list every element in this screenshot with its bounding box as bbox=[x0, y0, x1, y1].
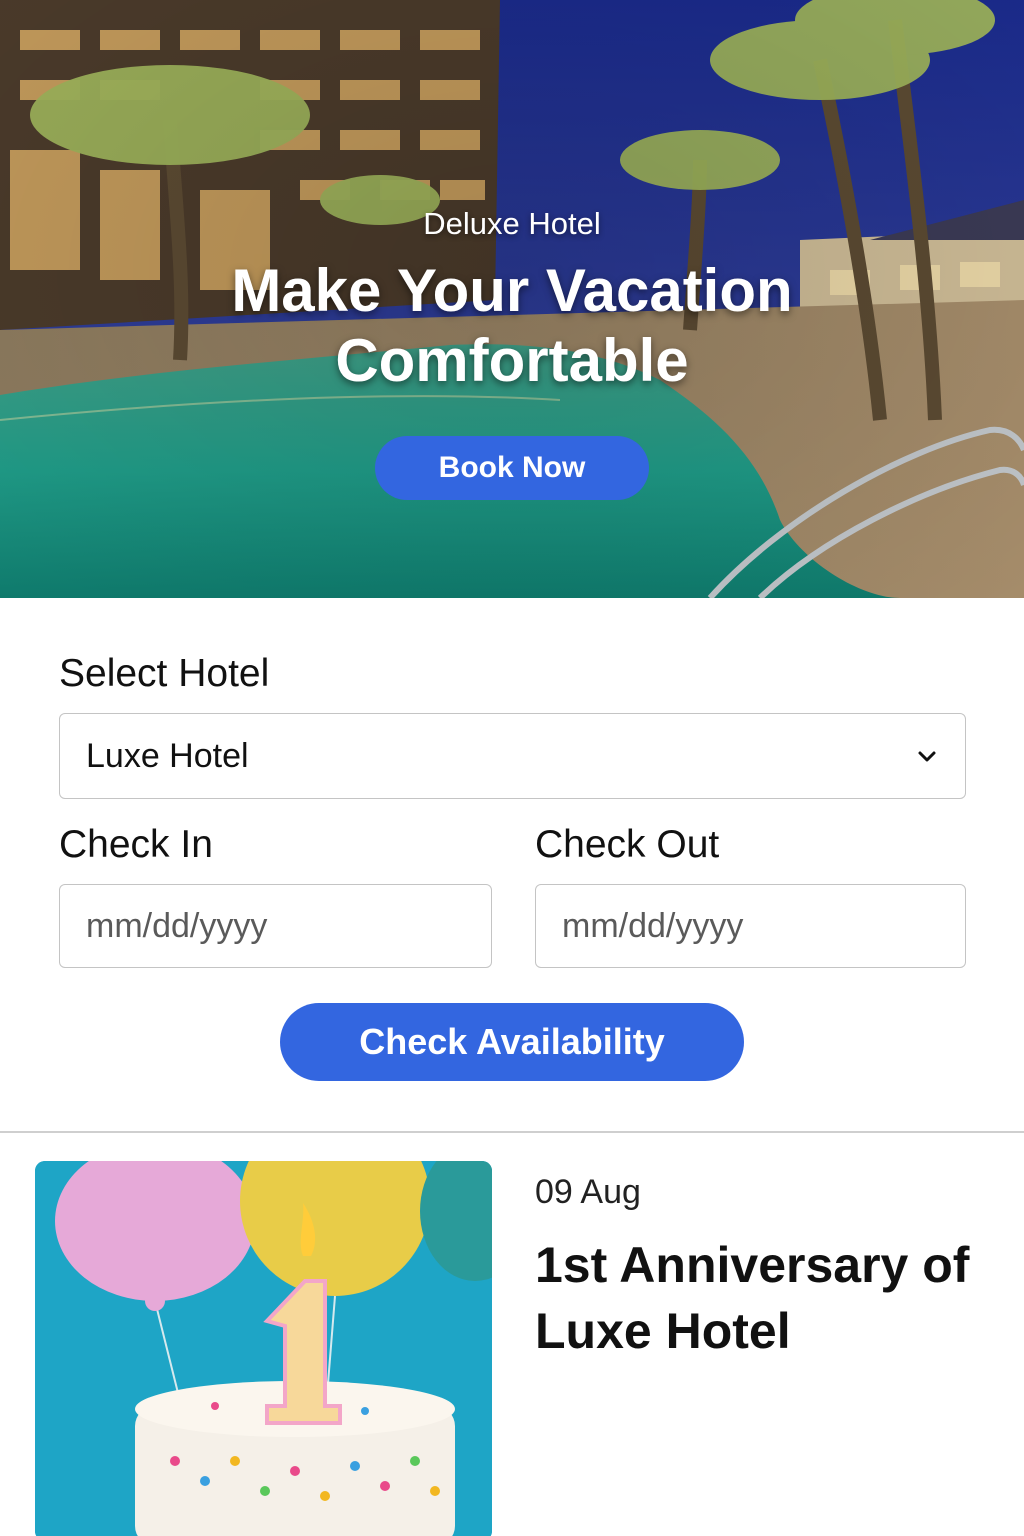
select-hotel-label: Select Hotel bbox=[59, 652, 270, 695]
check-in-date-input[interactable] bbox=[59, 884, 492, 968]
check-out-label: Check Out bbox=[535, 823, 720, 866]
hero-title: Make Your Vacation Comfortable bbox=[231, 257, 793, 394]
chevron-down-icon bbox=[918, 751, 936, 762]
hotel-select-value: Luxe Hotel bbox=[86, 736, 249, 775]
check-availability-button[interactable]: Check Availability bbox=[280, 1003, 744, 1081]
hotel-select[interactable]: Luxe Hotel bbox=[59, 713, 966, 799]
event-title[interactable]: 1st Anniversary of Luxe Hotel bbox=[535, 1232, 995, 1364]
event-date: 09 Aug bbox=[535, 1173, 641, 1211]
check-out-date-input[interactable] bbox=[535, 884, 966, 968]
event-image bbox=[35, 1161, 492, 1536]
hero-banner: Deluxe Hotel Make Your Vacation Comforta… bbox=[0, 0, 1024, 598]
book-now-button[interactable]: Book Now bbox=[375, 436, 649, 500]
birthday-cake-candle-icon bbox=[35, 1161, 492, 1536]
hero-eyebrow: Deluxe Hotel bbox=[423, 206, 601, 241]
section-divider bbox=[0, 1131, 1024, 1133]
check-in-label: Check In bbox=[59, 823, 213, 866]
